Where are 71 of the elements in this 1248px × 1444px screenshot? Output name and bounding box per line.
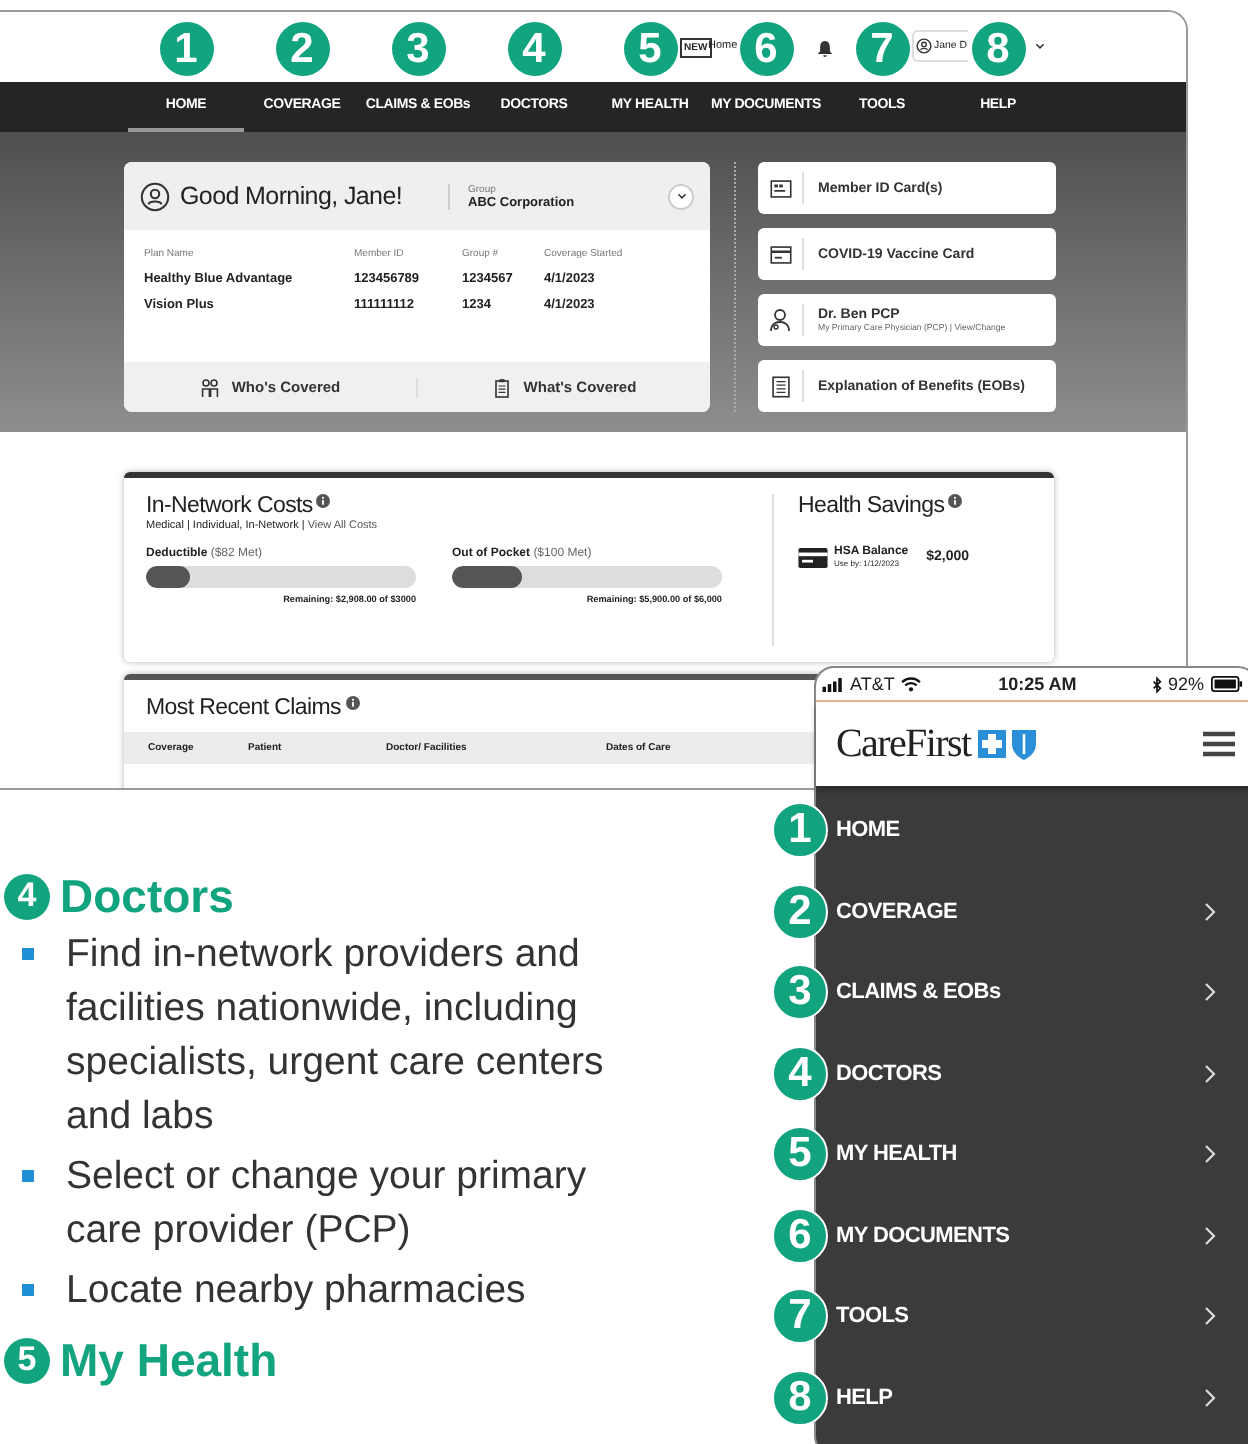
clipboard-icon	[491, 377, 512, 397]
bullet-icon	[22, 948, 34, 960]
carrier-name: AT&T	[850, 674, 895, 694]
number-badge: 1	[772, 802, 828, 859]
doctor-icon	[768, 308, 792, 332]
menu-item[interactable]: TOOLS	[828, 1276, 1248, 1357]
wifi-icon	[900, 676, 923, 692]
menu-item[interactable]: HOME	[828, 790, 1248, 871]
id-card-icon	[769, 179, 791, 197]
chevron-right-icon	[1204, 1387, 1216, 1408]
brand-logo-text: CareFirst	[836, 721, 971, 767]
card-title: Health Savings	[798, 494, 945, 518]
menu-item[interactable]: DOCTORS	[828, 1033, 1248, 1114]
battery-percent: 92%	[1167, 674, 1204, 694]
bluetooth-icon	[1151, 675, 1162, 693]
bullet-text: Locate nearby pharmacies	[66, 1266, 528, 1316]
menu-item[interactable]: CLAIMS & EOBs	[828, 952, 1248, 1033]
number-badge: 5	[4, 1337, 50, 1383]
number-badge: 5	[623, 22, 677, 76]
chevron-down-icon	[675, 190, 687, 202]
signal-icon	[822, 677, 844, 691]
battery-icon	[1209, 676, 1244, 692]
number-badge: 1	[159, 22, 213, 76]
info-icon[interactable]	[345, 696, 359, 710]
section-heading: My Health	[60, 1334, 278, 1386]
number-badge: 8	[971, 22, 1025, 76]
menu-item[interactable]: MY HEALTH	[828, 1114, 1248, 1195]
user-icon	[916, 38, 932, 54]
chevron-right-icon	[1204, 1063, 1216, 1084]
bullet-text: Select or change your primary care provider (PCP)	[66, 1152, 589, 1256]
cross-shield-icon	[978, 728, 1039, 760]
chevron-right-icon	[1204, 982, 1216, 1003]
section-heading: Doctors	[60, 870, 234, 922]
document-icon	[771, 375, 789, 397]
card-title: Most Recent Claims	[146, 696, 341, 720]
expand-button[interactable]	[668, 183, 694, 209]
number-badge: 2	[275, 22, 329, 76]
user-icon	[140, 181, 170, 211]
card-title: In-Network Costs	[146, 494, 313, 518]
card-icon	[769, 245, 791, 263]
chevron-right-icon	[1204, 1306, 1216, 1327]
number-badge: 7	[855, 22, 909, 76]
menu-item[interactable]: HELP	[828, 1357, 1248, 1438]
number-badge: 4	[4, 873, 50, 919]
chevron-down-icon[interactable]	[1034, 40, 1046, 52]
number-badge: 3	[391, 22, 445, 76]
menu-item[interactable]: MY DOCUMENTS	[828, 1195, 1248, 1276]
chevron-right-icon	[1204, 901, 1216, 922]
greeting: Good Morning, Jane!	[180, 182, 405, 210]
menu-icon[interactable]	[1202, 730, 1236, 758]
number-badge: 3	[772, 964, 828, 1021]
info-icon[interactable]	[316, 494, 331, 508]
people-icon	[199, 377, 220, 397]
number-badge: 8	[772, 1369, 828, 1426]
chevron-right-icon	[1204, 1144, 1216, 1165]
info-icon[interactable]	[948, 494, 963, 508]
chevron-right-icon	[1204, 1225, 1216, 1246]
status-time: 10:25 AM	[998, 674, 1077, 694]
card-icon	[798, 547, 828, 567]
number-badge: 4	[507, 22, 561, 76]
number-badge: 6	[772, 1207, 828, 1264]
number-badge: 6	[739, 22, 793, 76]
number-badge: 4	[772, 1045, 828, 1102]
bullet-icon	[22, 1284, 34, 1296]
number-badge: 5	[772, 1126, 828, 1183]
number-badge: 7	[772, 1288, 828, 1345]
bullet-text: Find in-network providers and facilities nationwide, including specialists, urgent care centers and labs	[66, 930, 606, 1142]
number-badge: 2	[772, 883, 828, 940]
bullet-icon	[22, 1170, 34, 1182]
bell-icon[interactable]	[816, 40, 834, 58]
menu-item[interactable]: COVERAGE	[828, 871, 1248, 952]
